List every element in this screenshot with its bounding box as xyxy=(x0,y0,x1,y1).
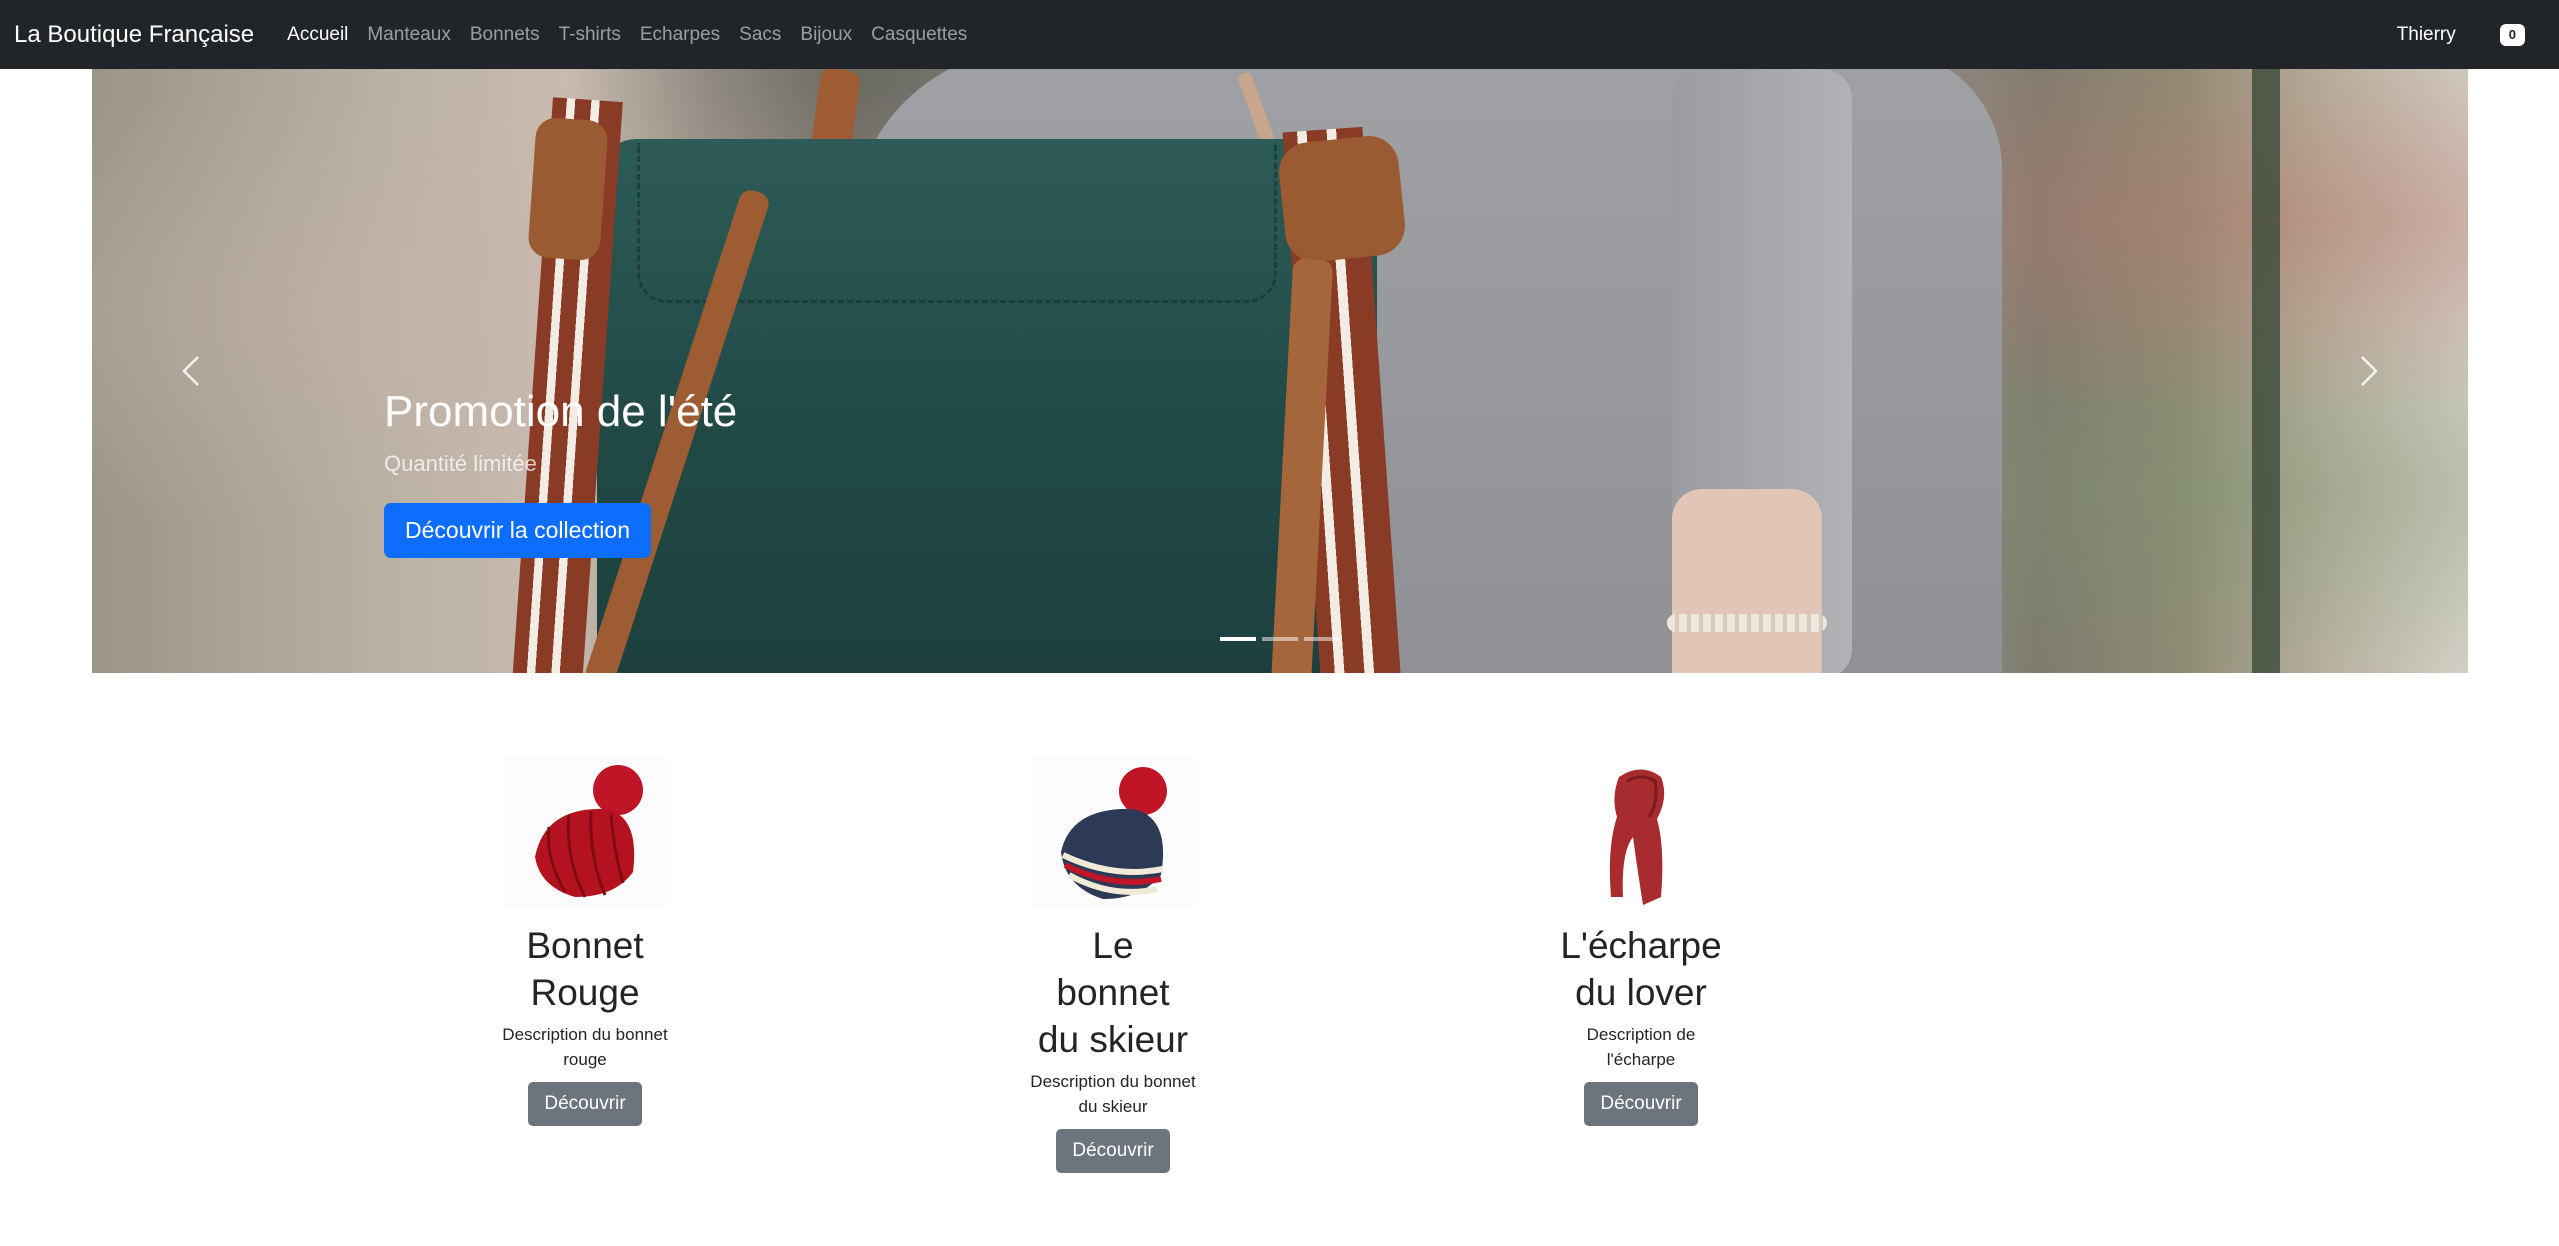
product-title-line: L'écharpe xyxy=(1560,925,1722,966)
nav-link-bijoux[interactable]: Bijoux xyxy=(800,24,852,46)
product-card: Le bonnet du skieur Description du bonne… xyxy=(1013,757,1213,1173)
product-description-line: Description du bonnet xyxy=(502,1025,668,1044)
discover-product-button[interactable]: Découvrir xyxy=(528,1082,642,1126)
product-title-line: du skieur xyxy=(1037,1019,1189,1060)
product-description-line: Description du bonnet xyxy=(1030,1072,1196,1091)
cart-count-badge[interactable]: 0 xyxy=(2499,23,2525,46)
nav-link-sacs[interactable]: Sacs xyxy=(739,24,781,46)
product-description-line: Description de xyxy=(1586,1025,1696,1044)
carousel-title: Promotion de l'été xyxy=(384,387,738,436)
nav-link-manteaux[interactable]: Manteaux xyxy=(367,24,450,46)
product-card: L'écharpe du lover Description de l'écha… xyxy=(1541,757,1741,1126)
brand-logo-link[interactable]: La Boutique Française xyxy=(14,21,254,49)
product-card: Bonnet Rouge Description du bonnet rouge… xyxy=(485,757,685,1126)
carousel-caption: Promotion de l'été Quantité limitée Déco… xyxy=(384,387,737,558)
nav-link-accueil[interactable]: Accueil xyxy=(287,24,348,46)
discover-product-button[interactable]: Découvrir xyxy=(1056,1129,1170,1173)
top-navbar: La Boutique Française Accueil Manteaux B… xyxy=(0,0,2559,69)
nav-links: Accueil Manteaux Bonnets T-shirts Echarp… xyxy=(268,24,967,46)
product-title-line: du lover xyxy=(1575,972,1707,1013)
product-description-line: du skieur xyxy=(1078,1097,1148,1116)
carousel-subtitle: Quantité limitée xyxy=(384,451,537,476)
nav-link-tshirts[interactable]: T-shirts xyxy=(559,24,621,46)
discover-product-button[interactable]: Découvrir xyxy=(1584,1082,1698,1126)
product-title-line: bonnet xyxy=(1056,972,1170,1013)
carousel-prev-button[interactable] xyxy=(172,341,212,401)
carousel-indicator-3[interactable] xyxy=(1304,637,1340,641)
red-scarf-image xyxy=(1561,757,1721,907)
nav-link-echarpes[interactable]: Echarpes xyxy=(640,24,720,46)
product-description-line: l'écharpe xyxy=(1606,1050,1676,1069)
product-description-line: rouge xyxy=(563,1050,607,1069)
carousel-indicator-1[interactable] xyxy=(1220,637,1256,641)
carousel-indicator-2[interactable] xyxy=(1262,637,1298,641)
nav-right: Thierry 0 xyxy=(2397,23,2525,46)
chevron-left-icon xyxy=(182,356,199,386)
hero-carousel: Promotion de l'été Quantité limitée Déco… xyxy=(92,69,2468,673)
nav-link-casquettes[interactable]: Casquettes xyxy=(871,24,967,46)
product-title-line: Bonnet xyxy=(526,925,644,966)
carousel-next-button[interactable] xyxy=(2348,341,2388,401)
nav-link-bonnets[interactable]: Bonnets xyxy=(470,24,540,46)
carousel-indicators xyxy=(1220,637,1346,641)
product-title-line: Le xyxy=(1092,925,1134,966)
chevron-right-icon xyxy=(2361,356,2378,386)
red-beanie-image xyxy=(505,757,665,907)
discover-collection-button[interactable]: Découvrir la collection xyxy=(384,503,651,558)
navy-ski-beanie-image xyxy=(1033,757,1193,907)
user-account-link[interactable]: Thierry xyxy=(2397,24,2456,46)
product-title-line: Rouge xyxy=(530,972,640,1013)
